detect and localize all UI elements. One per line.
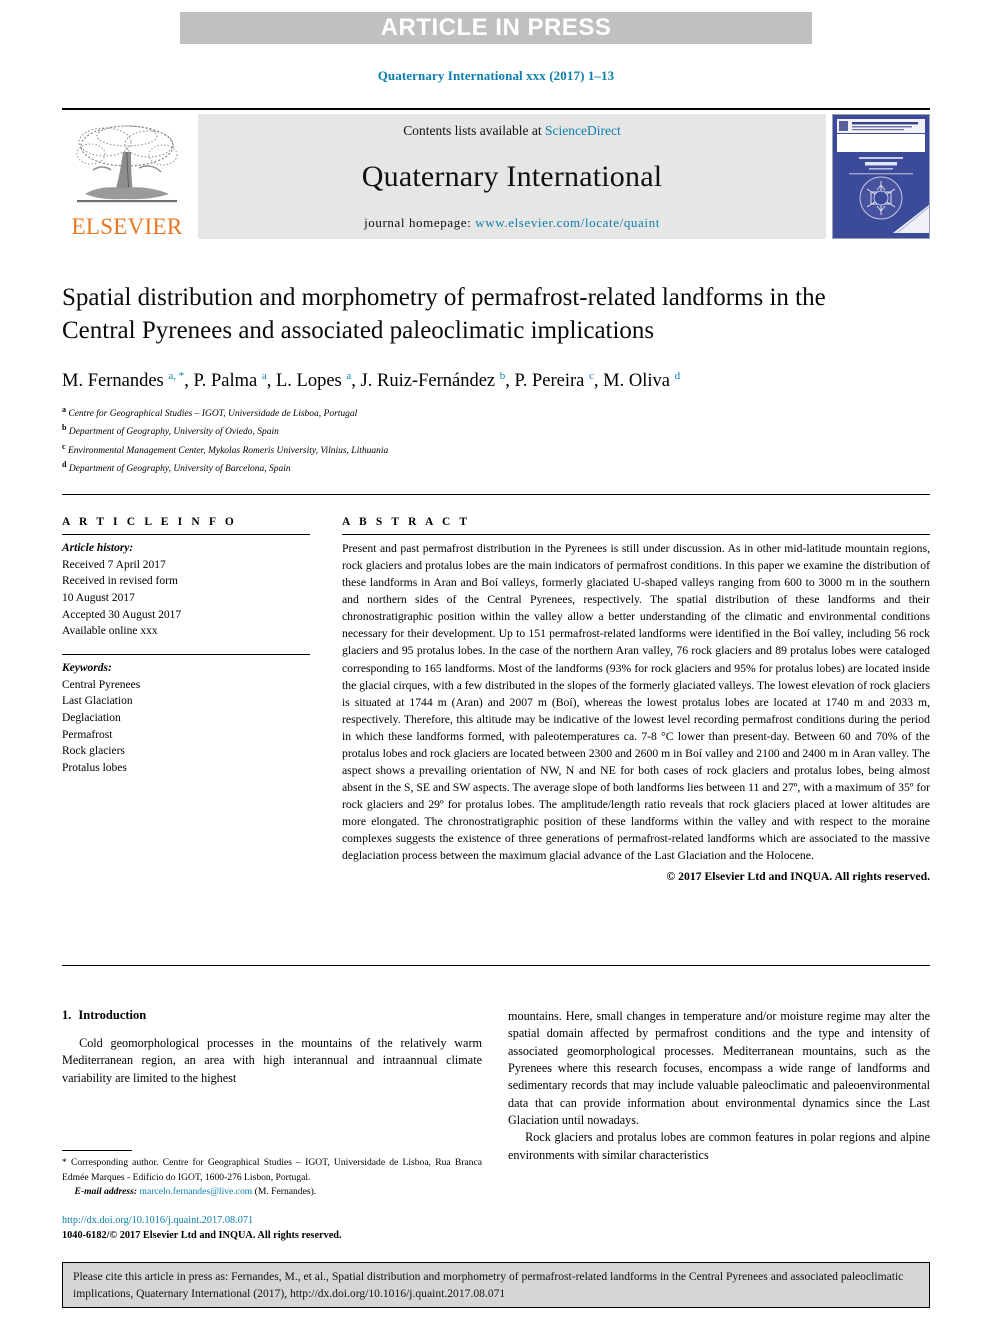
affiliation-item: b Department of Geography, University of… bbox=[62, 422, 892, 440]
affiliation-text: Environmental Management Center, Mykolas… bbox=[67, 445, 389, 456]
affiliation-text: Department of Geography, University of B… bbox=[68, 464, 291, 475]
article-history-group: Article history: Received 7 April 2017 R… bbox=[62, 540, 310, 640]
email-address-label: E-mail address: bbox=[74, 1186, 138, 1198]
abstract-column: A B S T R A C T Present and past permafr… bbox=[342, 516, 930, 883]
body-column-right: mountains. Here, small changes in temper… bbox=[508, 1008, 930, 1164]
contents-prefix: Contents lists available at bbox=[403, 123, 545, 138]
article-in-press-label: ARTICLE IN PRESS bbox=[380, 14, 612, 41]
corresponding-author-footnote: * Corresponding author. Centre for Geogr… bbox=[62, 1150, 482, 1197]
article-info-column: A R T I C L E I N F O Article history: R… bbox=[62, 516, 310, 777]
abstract-text: Present and past permafrost distribution… bbox=[342, 542, 930, 863]
history-line: Received 7 April 2017 bbox=[62, 558, 166, 571]
email-address-link[interactable]: marcelo.fernandes@live.com bbox=[140, 1186, 253, 1197]
homepage-label: journal homepage: bbox=[364, 215, 476, 230]
journal-title: Quaternary International bbox=[361, 160, 663, 193]
affiliation-marker: d bbox=[62, 460, 67, 470]
journal-cover-thumbnail[interactable] bbox=[832, 114, 930, 239]
divider-article-info bbox=[62, 534, 310, 535]
divider-keywords bbox=[62, 654, 310, 656]
affiliation-item: c Environmental Management Center, Mykol… bbox=[62, 441, 892, 459]
article-info-heading: A R T I C L E I N F O bbox=[62, 516, 237, 528]
keyword-item: Permafrost bbox=[62, 728, 113, 741]
elsevier-wordmark: ELSEVIER bbox=[71, 214, 183, 239]
divider-under-authors bbox=[62, 494, 930, 495]
body-column-left: 1. Introduction Cold geomorphological pro… bbox=[62, 1008, 482, 1087]
history-line: Received in revised form bbox=[62, 575, 178, 588]
keywords-title: Keywords: bbox=[62, 662, 112, 675]
affiliation-item: d Department of Geography, University of… bbox=[62, 459, 892, 477]
corresponding-email-line: E-mail address: marcelo.fernandes@live.c… bbox=[62, 1186, 482, 1197]
article-header: Spatial distribution and morphometry of … bbox=[62, 282, 892, 478]
history-line: Available online xxx bbox=[62, 625, 158, 638]
please-cite-box: Please cite this article in press as: Fe… bbox=[62, 1262, 930, 1308]
introduction-heading: 1. Introduction bbox=[62, 1008, 482, 1023]
please-cite-text: Please cite this article in press as: Fe… bbox=[73, 1270, 904, 1300]
keyword-item: Rock glaciers bbox=[62, 745, 125, 758]
affiliation-text: Centre for Geographical Studies – IGOT, … bbox=[68, 409, 358, 420]
section-title: Introduction bbox=[78, 1008, 147, 1022]
affiliation-marker: b bbox=[62, 423, 67, 433]
email-owner: (M. Fernandes). bbox=[254, 1186, 317, 1198]
doi-link[interactable]: http://dx.doi.org/10.1016/j.quaint.2017.… bbox=[62, 1214, 492, 1229]
affiliation-marker: c bbox=[62, 441, 66, 451]
keywords-group: Keywords: Central Pyrenees Last Glaciati… bbox=[62, 660, 310, 777]
abstract-heading: A B S T R A C T bbox=[342, 516, 471, 528]
introduction-paragraph-left: Cold geomorphological processes in the m… bbox=[62, 1036, 482, 1085]
affiliation-list: a Centre for Geographical Studies – IGOT… bbox=[62, 404, 892, 477]
abstract-copyright: © 2017 Elsevier Ltd and INQUA. All right… bbox=[666, 870, 930, 884]
introduction-paragraph-right-1: mountains. Here, small changes in temper… bbox=[508, 1009, 930, 1127]
article-in-press-banner: ARTICLE IN PRESS bbox=[180, 12, 812, 44]
affiliation-item: a Centre for Geographical Studies – IGOT… bbox=[62, 404, 892, 422]
corresponding-author-text: * Corresponding author. Centre for Geogr… bbox=[62, 1157, 482, 1183]
keyword-item: Last Glaciation bbox=[62, 695, 133, 708]
journal-cover-artwork bbox=[833, 115, 929, 234]
divider-under-abstract bbox=[62, 965, 930, 966]
article-title: Spatial distribution and morphometry of … bbox=[62, 284, 826, 344]
running-head: Quaternary International xxx (2017) 1–13 bbox=[377, 68, 615, 83]
history-line: 10 August 2017 bbox=[62, 592, 135, 605]
article-history-title: Article history: bbox=[62, 542, 134, 554]
masthead-center-panel: Contents lists available at ScienceDirec… bbox=[198, 114, 826, 239]
affiliation-marker: a bbox=[62, 405, 66, 415]
contents-available-line: Contents lists available at ScienceDirec… bbox=[403, 123, 620, 139]
keyword-item: Deglaciation bbox=[62, 712, 121, 725]
doi-block: http://dx.doi.org/10.1016/j.quaint.2017.… bbox=[62, 1214, 492, 1243]
journal-masthead: ELSEVIER Contents lists available at Sci… bbox=[62, 108, 930, 239]
author-list: M. Fernandes a, *, P. Palma a, L. Lopes … bbox=[62, 370, 681, 392]
divider-abstract bbox=[342, 534, 930, 535]
affiliation-text: Department of Geography, University of O… bbox=[68, 427, 279, 438]
issn-copyright-line: 1040-6182/© 2017 Elsevier Ltd and INQUA.… bbox=[62, 1229, 342, 1241]
history-line: Accepted 30 August 2017 bbox=[62, 608, 182, 621]
footnote-divider bbox=[62, 1150, 132, 1151]
introduction-paragraph-right-2: Rock glaciers and protalus lobes are com… bbox=[508, 1130, 930, 1162]
homepage-url-link[interactable]: www.elsevier.com/locate/quaint bbox=[475, 215, 660, 230]
elsevier-tree-icon bbox=[76, 125, 178, 203]
keyword-item: Central Pyrenees bbox=[62, 678, 141, 691]
elsevier-logo: ELSEVIER bbox=[62, 114, 192, 239]
sciencedirect-link[interactable]: ScienceDirect bbox=[545, 123, 621, 138]
section-number: 1. bbox=[62, 1008, 72, 1022]
journal-homepage-line: journal homepage: www.elsevier.com/locat… bbox=[364, 215, 660, 231]
keyword-item: Protalus lobes bbox=[62, 762, 127, 775]
